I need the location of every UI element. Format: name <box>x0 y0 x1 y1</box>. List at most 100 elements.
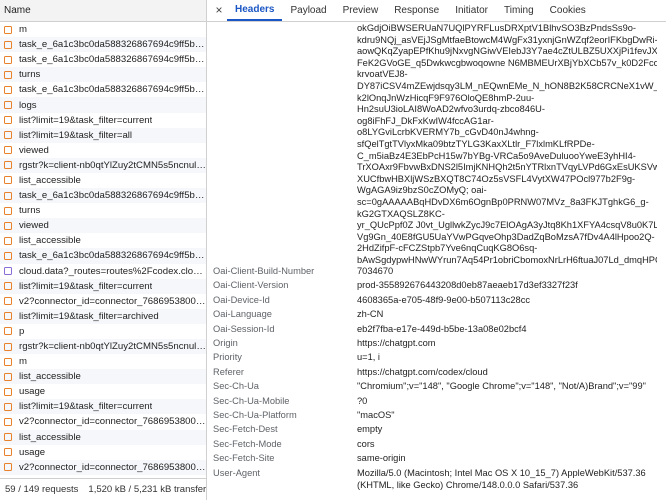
header-value[interactable]: cors <box>357 437 657 451</box>
header-name: Oai-Language <box>213 309 272 320</box>
header-value[interactable]: prod-355892676443208d0eb87aeaeb17d3ef332… <box>357 278 657 292</box>
header-value[interactable]: "Chromium";v="148", "Google Chrome";v="1… <box>357 379 657 393</box>
fetch-icon <box>4 282 12 291</box>
header-name: Origin <box>213 338 238 349</box>
request-name: list?limit=19&task_filter=current <box>19 114 153 126</box>
request-row[interactable]: list?limit=19&task_filter=current <box>0 278 206 294</box>
request-row[interactable]: p <box>0 324 206 339</box>
request-row[interactable]: viewed <box>0 218 206 234</box>
request-name: turns <box>19 205 41 217</box>
tab-timing[interactable]: Timing <box>496 0 542 21</box>
cookie-value-line: aowQKqZyapEPfKhu9jNxvgNGiwVEIebJ3Y7ae4cZ… <box>357 46 657 57</box>
request-row[interactable]: v2?connector_id=connector_76869538009... <box>0 294 206 309</box>
request-row[interactable]: m <box>0 22 206 37</box>
fetch-icon <box>4 372 12 381</box>
request-row[interactable]: list_accessible <box>0 429 206 445</box>
header-value[interactable]: ?0 <box>357 394 657 408</box>
request-row[interactable]: list_accessible <box>0 173 206 188</box>
cookie-value-line: kG2GTXAQSLZ8KC- <box>357 208 445 219</box>
request-details-panel: × Headers Payload Preview Response Initiator… <box>207 0 666 500</box>
request-row[interactable]: viewed <box>0 143 206 158</box>
header-row: Sec-Ch-Ua "Chromium";v="148", "Google Chr… <box>207 379 666 393</box>
request-row[interactable]: list_accessible <box>0 369 206 385</box>
request-row[interactable]: rgstr?k=client-nb0qtYlZuy2tCMN5s5ncnulB.… <box>0 157 206 173</box>
request-name: m <box>19 24 27 36</box>
fetch-icon <box>4 402 12 411</box>
tab-preview[interactable]: Preview <box>335 0 387 21</box>
transfer-size: 1,520 kB / 5,231 kB transferred <box>88 484 206 495</box>
header-value[interactable]: https://chatgpt.com/codex/cloud <box>357 365 657 379</box>
header-row: Oai-Device-Id 4608365a-e705-48f9-9e00-b50… <box>207 293 666 307</box>
request-name: viewed <box>19 144 49 156</box>
header-name: Oai-Device-Id <box>213 294 270 305</box>
cookie-value-line: o8LYGviLcrbKVERMY7b_cGvD40nJ4whng- <box>357 127 539 138</box>
document-icon <box>4 267 12 276</box>
tab-payload[interactable]: Payload <box>282 0 334 21</box>
header-value[interactable]: u=1, i <box>357 350 657 364</box>
request-count: 59 / 149 requests <box>5 484 79 495</box>
tab-initiator[interactable]: Initiator <box>447 0 496 21</box>
header-name: User-Agent <box>213 467 261 478</box>
header-value[interactable]: Mozilla/5.0 (Macintosh; Intel Mac OS X 1… <box>357 466 657 491</box>
request-row[interactable]: rgstr?k=client-nb0qtYlZuy2tCMN5s5ncnulB.… <box>0 338 206 355</box>
cookie-value-line: sc=0gAAAAABqHDvDX6m6OgnBp0PRNW07MVz_8a3F… <box>357 196 649 207</box>
cookie-header-value: okGdjOiBWSERUaN7UQlPYRFLusDRXptV1BlhvSO3… <box>357 23 657 266</box>
request-name: rgstr?k=client-nb0qtYlZuy2tCMN5s5ncnulB.… <box>19 341 206 353</box>
request-name: task_e_6a1c3bc0da588326867694c9ff5b5... <box>19 54 206 66</box>
fetch-icon <box>4 40 12 49</box>
name-column-header[interactable]: Name <box>0 0 206 22</box>
request-list-panel: Name m task_e_6a1c3bc0da588326867694c9ff5… <box>0 0 207 500</box>
cookie-value-line: k2lOnqJnWzHicqF9F976OloQE8hmP-2uu- <box>357 92 535 103</box>
request-row[interactable]: list?limit=19&task_filter=current <box>0 399 206 415</box>
request-row[interactable]: list?limit=19&task_filter=current <box>0 113 206 128</box>
request-row[interactable]: cloud.data?_routes=routes%2Fcodex.cloud.… <box>0 264 206 279</box>
header-value[interactable]: "macOS" <box>357 408 657 422</box>
fetch-icon <box>4 85 12 94</box>
request-row[interactable]: task_e_6a1c3bc0da588326867694c9ff5b5... <box>0 82 206 97</box>
fetch-icon <box>4 101 12 110</box>
header-row: Oai-Language zh-CN <box>207 307 666 321</box>
request-row[interactable]: usage <box>0 445 206 460</box>
header-value[interactable]: same-origin <box>357 451 657 465</box>
request-row[interactable]: v2?connector_id=connector_76869538009... <box>0 414 206 429</box>
header-name: Oai-Client-Version <box>213 280 289 291</box>
header-name: Sec-Ch-Ua-Platform <box>213 410 297 421</box>
request-row[interactable]: task_e_6a1c3bc0da588326867694c9ff5b5... <box>0 248 206 264</box>
request-row[interactable]: list?limit=19&task_filter=archived <box>0 308 206 324</box>
header-value[interactable]: eb2f7fba-e17e-449d-b5be-13a08e02bcf4 <box>357 322 657 336</box>
request-name: usage <box>19 446 46 458</box>
request-row[interactable]: list_accessible <box>0 233 206 248</box>
header-value[interactable]: 4608365a-e705-48f9-9e00-b507113c28cc <box>357 293 657 307</box>
cookie-value-line: og8iFhFJ_DkFxKwIW4fccAG1ar- <box>357 115 494 126</box>
cookie-value-line: kdru9NQj_asVEjJSgMtfaeBtowcM4WgFx31yxnjG… <box>357 34 657 45</box>
request-row[interactable]: task_e_6a1c3bc0da588326867694c9ff5b5... <box>0 188 206 204</box>
request-row[interactable]: task_e_6a1c3bc0da588326867694c9ff5b5... <box>0 37 206 53</box>
fetch-icon <box>4 297 12 306</box>
header-value[interactable]: empty <box>357 422 657 436</box>
header-row: Oai-Client-Build-Number 7034670 <box>207 264 666 278</box>
request-row[interactable]: usage <box>0 384 206 399</box>
header-value[interactable]: zh-CN <box>357 307 657 321</box>
request-row[interactable]: m <box>0 354 206 369</box>
cookie-value-line: okGdjOiBWSERUaN7UQlPYRFLusDRXptV1BlhvSO3… <box>357 23 637 33</box>
tab-headers[interactable]: Headers <box>227 0 283 21</box>
request-row[interactable]: turns <box>0 67 206 83</box>
request-name: p <box>19 325 25 337</box>
header-name: Oai-Client-Build-Number <box>213 266 315 276</box>
header-value[interactable]: 7034670 <box>357 264 657 278</box>
request-name: list?limit=19&task_filter=archived <box>19 310 159 322</box>
tab-cookies[interactable]: Cookies <box>542 0 594 21</box>
request-row[interactable]: list?limit=19&task_filter=all <box>0 127 206 143</box>
close-icon[interactable]: × <box>211 0 227 21</box>
request-row[interactable]: logs <box>0 97 206 113</box>
tab-response[interactable]: Response <box>386 0 447 21</box>
fetch-icon <box>4 417 12 426</box>
request-row[interactable]: task_e_6a1c3bc0da588326867694c9ff5b5... <box>0 52 206 67</box>
header-name: Sec-Ch-Ua-Mobile <box>213 395 290 406</box>
request-name: viewed <box>19 220 49 232</box>
request-row[interactable]: turns <box>0 203 206 218</box>
request-row[interactable]: v2?connector_id=connector_76869538009... <box>0 459 206 475</box>
fetch-icon <box>4 70 12 79</box>
request-headers-list: Oai-Client-Build-Number 7034670 Oai-Client… <box>207 264 666 491</box>
header-value[interactable]: https://chatgpt.com <box>357 336 657 350</box>
